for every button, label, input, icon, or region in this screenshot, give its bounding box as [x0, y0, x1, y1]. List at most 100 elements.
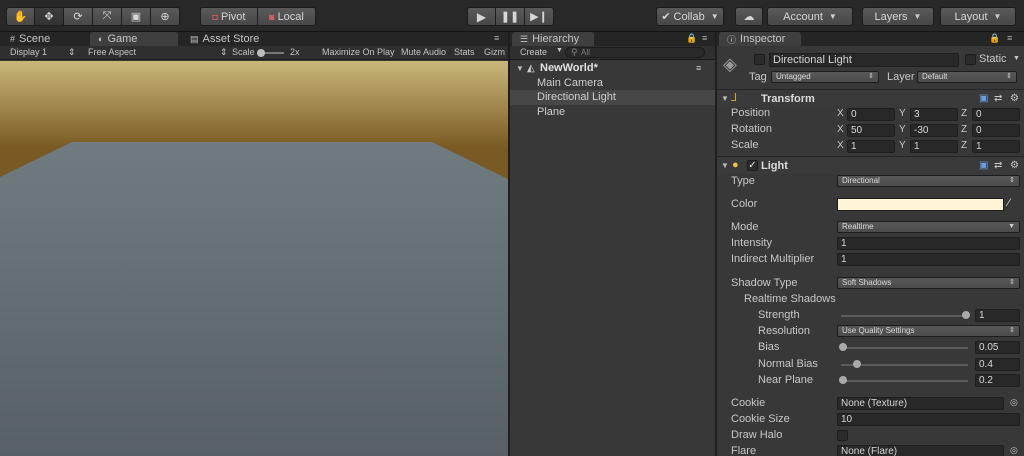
gear-icon[interactable]: ⚙ [1010, 160, 1019, 171]
hand-tool-button[interactable]: ✋ [6, 7, 35, 26]
near-plane-slider-track[interactable] [841, 380, 968, 382]
bias-slider-track[interactable] [841, 347, 968, 349]
position-x-field[interactable]: 0 [847, 108, 895, 121]
gear-icon[interactable]: ⚙ [1010, 93, 1019, 104]
stats-toggle[interactable]: Stats [454, 47, 475, 57]
layers-dropdown[interactable]: Layers ▼ [862, 7, 934, 26]
near-plane-field[interactable]: 0.2 [975, 374, 1020, 387]
foldout-triangle-icon[interactable]: ▼ [721, 94, 729, 103]
position-z-field[interactable]: 0 [972, 108, 1020, 121]
light-header[interactable]: ▼ ● ✓ Light ▣ ⇄ ⚙ [717, 156, 1024, 174]
tab-game[interactable]: ◐ Game [90, 32, 178, 46]
tab-inspector[interactable]: ⓘ Inspector [719, 32, 801, 46]
pivot-button[interactable]: ◘ Pivot [200, 7, 258, 26]
local-button[interactable]: ◙ Local [258, 7, 316, 26]
tab-scene[interactable]: # Scene [2, 32, 58, 46]
transform-tool-button[interactable]: ⊕ [151, 7, 180, 26]
normal-bias-slider-knob[interactable] [853, 360, 861, 368]
account-dropdown[interactable]: Account ▼ [767, 7, 853, 26]
scale-tool-button[interactable]: ⤧ [93, 7, 122, 26]
panel-menu-icon[interactable]: ≡ [1007, 33, 1012, 43]
object-picker-icon[interactable]: ◎ [1010, 397, 1018, 408]
list-item[interactable]: Main Camera [510, 76, 715, 91]
scale-x-field[interactable]: 1 [847, 140, 895, 153]
preset-icon[interactable]: ⇄ [994, 160, 1002, 171]
panel-menu-icon[interactable]: ≡ [494, 33, 499, 43]
move-tool-button[interactable]: ✥ [35, 7, 64, 26]
bag-icon: ▤ [190, 33, 199, 44]
near-plane-slider-knob[interactable] [839, 376, 847, 384]
tab-asset-store[interactable]: ▤ Asset Store [182, 32, 267, 46]
cloud-button[interactable]: ☁ [735, 7, 763, 26]
create-dropdown[interactable]: Create [520, 47, 547, 57]
bias-slider-knob[interactable] [839, 343, 847, 351]
tag-dropdown[interactable]: Untagged ⇕ [771, 71, 879, 83]
draw-halo-checkbox[interactable] [837, 430, 848, 441]
collab-button[interactable]: ✔ Collab ▼ [656, 7, 724, 26]
cookie-size-field[interactable]: 10 [837, 413, 1020, 426]
indirect-multiplier-field[interactable]: 1 [837, 253, 1020, 266]
tab-hierarchy[interactable]: ☰ Hierarchy [512, 32, 594, 46]
layer-dropdown[interactable]: Default ⇕ [917, 71, 1017, 83]
strength-field[interactable]: 1 [975, 309, 1020, 322]
panel-menu-icon[interactable]: ≡ [702, 33, 707, 43]
position-label: Position [731, 107, 771, 119]
aspect-dropdown[interactable]: Free Aspect [88, 47, 136, 57]
mute-audio-toggle[interactable]: Mute Audio [401, 47, 446, 57]
layout-dropdown[interactable]: Layout ▼ [940, 7, 1016, 26]
static-checkbox[interactable] [965, 54, 976, 65]
lock-icon[interactable]: 🔒 [686, 33, 697, 44]
search-input[interactable]: ⚲ All [565, 47, 705, 58]
scale-z-field[interactable]: 1 [972, 140, 1020, 153]
preset-icon[interactable]: ⇄ [994, 93, 1002, 104]
transform-header[interactable]: ▼ ⅃ Transform ▣ ⇄ ⚙ [717, 89, 1024, 107]
resolution-dropdown[interactable]: Use Quality Settings ⇕ [837, 325, 1020, 337]
color-swatch[interactable] [837, 198, 1004, 211]
play-button[interactable]: ▶ [467, 7, 496, 26]
rect-tool-button[interactable]: ▣ [122, 7, 151, 26]
cookie-field[interactable]: None (Texture) [837, 397, 1004, 410]
intensity-field[interactable]: 1 [837, 237, 1020, 250]
light-enabled-checkbox[interactable]: ✓ [747, 160, 758, 171]
scene-row[interactable]: ▼ ◭ NewWorld* ≡ [510, 61, 715, 76]
maximize-on-play-toggle[interactable]: Maximize On Play [322, 47, 395, 57]
gizmos-dropdown[interactable]: Gizm [484, 47, 505, 57]
lock-icon[interactable]: 🔒 [989, 33, 1000, 44]
position-y-field[interactable]: 3 [910, 108, 958, 121]
inspector-panel: ⓘ Inspector 🔒 ≡ ◈ Directional Light Stat… [717, 32, 1024, 456]
flare-field[interactable]: None (Flare) [837, 445, 1004, 456]
rotation-y-field[interactable]: -30 [910, 124, 958, 137]
foldout-triangle-icon[interactable]: ▼ [721, 161, 729, 170]
type-dropdown[interactable]: Directional ⇕ [837, 175, 1020, 187]
help-book-icon[interactable]: ▣ [979, 93, 988, 104]
scale-y-field[interactable]: 1 [910, 140, 958, 153]
mode-dropdown[interactable]: Realtime ▼ [837, 221, 1020, 233]
normal-bias-field[interactable]: 0.4 [975, 358, 1020, 371]
object-name-field[interactable]: Directional Light [769, 53, 959, 67]
chevron-updown-icon: ⇕ [1009, 279, 1015, 286]
step-button[interactable]: ▶❙ [525, 7, 554, 26]
display-dropdown[interactable]: Display 1 [10, 47, 47, 57]
strength-slider-knob[interactable] [962, 311, 970, 319]
transform-title: Transform [761, 93, 815, 105]
chevron-down-icon[interactable]: ▼ [1013, 55, 1020, 62]
eyedropper-icon[interactable]: ⁄ [1008, 197, 1010, 209]
rotation-z-field[interactable]: 0 [972, 124, 1020, 137]
rotation-x-field[interactable]: 50 [847, 124, 895, 137]
rotate-icon: ⟳ [73, 11, 83, 23]
rotate-tool-button[interactable]: ⟳ [64, 7, 93, 26]
shadow-type-dropdown[interactable]: Soft Shadows ⇕ [837, 277, 1020, 289]
scene-menu-icon[interactable]: ≡ [696, 61, 701, 76]
active-checkbox[interactable] [754, 54, 765, 65]
expand-triangle-icon[interactable]: ▼ [516, 61, 524, 76]
pause-button[interactable]: ❚❚ [496, 7, 525, 26]
bias-field[interactable]: 0.05 [975, 341, 1020, 354]
help-book-icon[interactable]: ▣ [979, 160, 988, 171]
list-item[interactable]: Plane [510, 105, 715, 120]
scale-slider-knob[interactable] [257, 49, 265, 57]
strength-slider-track[interactable] [841, 315, 968, 317]
list-item[interactable]: Directional Light [510, 90, 715, 105]
object-picker-icon[interactable]: ◎ [1010, 445, 1018, 456]
game-viewport[interactable] [0, 61, 508, 456]
axis-z-label: Z [961, 124, 968, 135]
